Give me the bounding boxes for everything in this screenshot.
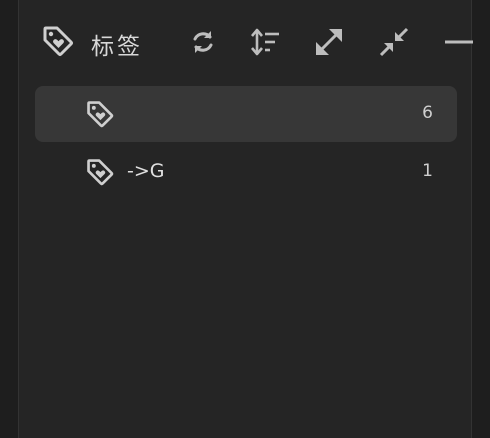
tag-heart-icon (85, 99, 115, 129)
refresh-button[interactable] (187, 26, 219, 58)
sort-button[interactable] (249, 26, 281, 58)
tag-count: 6 (422, 103, 433, 123)
collapse-button[interactable] (378, 26, 410, 58)
tag-label: ->G (127, 160, 165, 182)
tag-list-item[interactable]: 6 (35, 86, 457, 142)
tag-heart-icon (85, 157, 115, 187)
expand-icon (316, 29, 342, 55)
tag-heart-icon (41, 24, 75, 58)
collapse-icon (379, 27, 409, 57)
expand-button[interactable] (313, 26, 345, 58)
minimize-button[interactable] (443, 26, 473, 58)
minus-icon (445, 40, 473, 44)
refresh-icon (193, 31, 213, 53)
window-gutter (472, 0, 490, 438)
tags-panel: 标签 6 ->G 1 (18, 0, 473, 438)
sort-icon (251, 28, 279, 56)
tag-count: 1 (422, 161, 433, 181)
panel-title: 标签 (91, 34, 143, 60)
panel-header: 标签 (19, 0, 473, 84)
tag-list-item[interactable]: ->G 1 (35, 144, 457, 200)
